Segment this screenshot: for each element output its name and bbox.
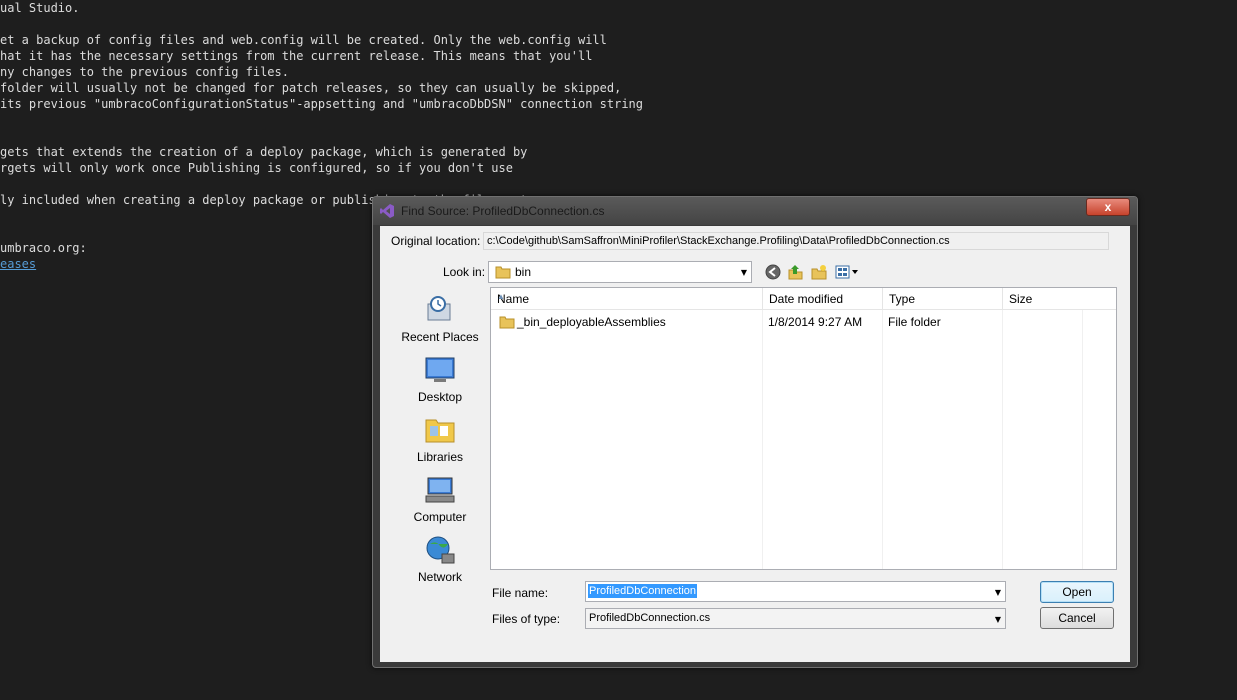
desktop-icon xyxy=(425,357,455,382)
column-divider xyxy=(1082,310,1083,569)
visual-studio-icon xyxy=(380,204,394,218)
sort-ascending-icon: ▲ xyxy=(497,292,505,301)
files-of-type-label: Files of type: xyxy=(492,612,561,626)
close-button[interactable]: x xyxy=(1086,198,1130,216)
look-in-label: Look in: xyxy=(443,265,486,279)
back-icon[interactable] xyxy=(764,263,782,281)
chevron-down-icon: ▼ xyxy=(740,268,747,277)
look-in-value: bin xyxy=(515,265,532,279)
column-divider xyxy=(882,310,883,569)
row-type: File folder xyxy=(888,315,941,329)
files-of-type-dropdown[interactable]: ProfiledDbConnection.cs ▼ xyxy=(585,608,1006,629)
editor-line: et a backup of config files and web.conf… xyxy=(0,33,607,47)
row-date: 1/8/2014 9:27 AM xyxy=(768,315,863,329)
column-header-name[interactable]: Name ▲ xyxy=(491,288,763,310)
dialog-titlebar[interactable]: Find Source: ProfiledDbConnection.cs x xyxy=(373,197,1137,225)
editor-line: folder will usually not be changed for p… xyxy=(0,81,622,95)
column-divider xyxy=(1002,310,1003,569)
column-header-type[interactable]: Type xyxy=(883,288,1003,310)
place-label: Computer xyxy=(413,510,467,524)
recent-places-icon xyxy=(427,296,451,321)
files-of-type-value: ProfiledDbConnection.cs xyxy=(589,612,711,624)
editor-line: ual Studio. xyxy=(0,1,80,15)
new-folder-icon[interactable] xyxy=(810,263,828,281)
cancel-button[interactable]: Cancel xyxy=(1040,607,1114,629)
place-computer[interactable]: Computer xyxy=(394,474,486,530)
file-name-input[interactable]: ProfiledDbConnection ▼ xyxy=(585,581,1006,602)
place-label: Network xyxy=(417,570,462,584)
libraries-icon xyxy=(425,419,455,443)
up-folder-icon[interactable] xyxy=(786,263,804,281)
editor-line: rgets will only work once Publishing is … xyxy=(0,161,513,175)
chevron-down-icon[interactable]: ▼ xyxy=(995,588,1001,597)
editor-line: hat it has the necessary settings from t… xyxy=(0,49,593,63)
file-name-label: File name: xyxy=(492,586,549,600)
editor-line: its previous "umbracoConfigurationStatus… xyxy=(0,97,643,111)
file-name-value: ProfiledDbConnection xyxy=(588,584,698,598)
original-location-field: c:\Code\github\SamSaffron\MiniProfiler\S… xyxy=(483,232,1109,250)
place-recent-places[interactable]: Recent Places xyxy=(394,294,486,350)
chevron-down-icon: ▼ xyxy=(994,615,1001,624)
table-row[interactable]: _bin_deployableAssemblies 1/8/2014 9:27 … xyxy=(491,311,1116,333)
folder-icon xyxy=(495,266,511,279)
column-header-date-modified[interactable]: Date modified xyxy=(763,288,883,310)
editor-line: umbraco.org: xyxy=(0,241,87,255)
place-label: Recent Places xyxy=(401,330,479,344)
file-list[interactable]: Name ▲ Date modified Type Size _bin_depl… xyxy=(490,287,1117,570)
computer-icon xyxy=(425,477,455,503)
column-header-size[interactable]: Size xyxy=(1003,288,1116,310)
place-libraries[interactable]: Libraries xyxy=(394,414,486,470)
row-name: _bin_deployableAssemblies xyxy=(517,315,666,329)
editor-line: gets that extends the creation of a depl… xyxy=(0,145,528,159)
editor-link[interactable]: eases xyxy=(0,256,36,272)
original-location-value: c:\Code\github\SamSaffron\MiniProfiler\S… xyxy=(487,235,950,247)
original-location-label: Original location: xyxy=(391,234,481,248)
open-button[interactable]: Open xyxy=(1040,581,1114,603)
place-network[interactable]: Network xyxy=(394,534,486,590)
column-divider xyxy=(762,310,763,569)
editor-line: ny changes to the previous config files. xyxy=(0,65,289,79)
look-in-dropdown[interactable]: bin ▼ xyxy=(488,261,752,283)
view-menu-icon[interactable] xyxy=(834,263,860,281)
place-desktop[interactable]: Desktop xyxy=(394,354,486,410)
folder-icon xyxy=(499,316,515,329)
dialog-title: Find Source: ProfiledDbConnection.cs xyxy=(401,204,605,218)
network-icon xyxy=(426,536,455,564)
place-label: Desktop xyxy=(417,390,463,404)
place-label: Libraries xyxy=(416,450,464,464)
dialog-client-area: Original location: c:\Code\github\SamSaf… xyxy=(380,226,1130,662)
find-source-dialog: Find Source: ProfiledDbConnection.cs x O… xyxy=(372,196,1138,668)
